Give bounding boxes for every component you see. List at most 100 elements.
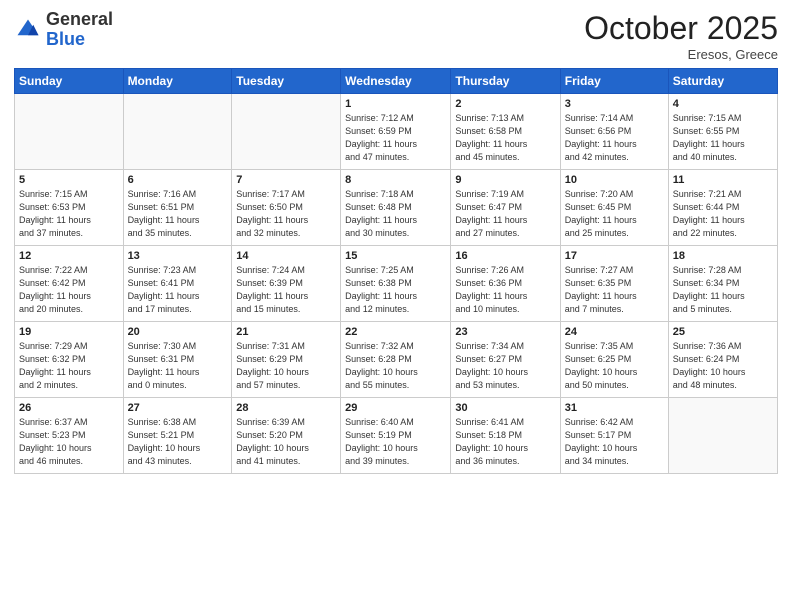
day-number: 2 [455,98,555,110]
day-cell: 11 Sunrise: 7:21 AM Sunset: 6:44 PM Dayli… [668,170,777,246]
day-number: 11 [673,174,773,186]
day-info: Sunrise: 7:22 AM Sunset: 6:42 PM Dayligh… [19,264,119,316]
day-info: Sunrise: 6:37 AM Sunset: 5:23 PM Dayligh… [19,416,119,468]
day-number: 6 [128,174,228,186]
day-cell: 29 Sunrise: 6:40 AM Sunset: 5:19 PM Dayli… [341,398,451,474]
day-cell: 7 Sunrise: 7:17 AM Sunset: 6:50 PM Daylig… [232,170,341,246]
calendar-header-row: SundayMondayTuesdayWednesdayThursdayFrid… [15,69,778,94]
day-number: 23 [455,326,555,338]
day-header-thursday: Thursday [451,69,560,94]
day-header-monday: Monday [123,69,232,94]
week-row-3: 12 Sunrise: 7:22 AM Sunset: 6:42 PM Dayli… [15,246,778,322]
day-header-wednesday: Wednesday [341,69,451,94]
day-cell [232,94,341,170]
day-header-tuesday: Tuesday [232,69,341,94]
day-cell: 17 Sunrise: 7:27 AM Sunset: 6:35 PM Dayli… [560,246,668,322]
day-number: 14 [236,250,336,262]
week-row-5: 26 Sunrise: 6:37 AM Sunset: 5:23 PM Dayli… [15,398,778,474]
day-info: Sunrise: 7:36 AM Sunset: 6:24 PM Dayligh… [673,340,773,392]
day-number: 24 [565,326,664,338]
day-cell: 30Sunrise: 6:41 AM Sunset: 5:18 PM Dayli… [451,398,560,474]
day-number: 3 [565,98,664,110]
day-cell [668,398,777,474]
day-cell: 3Sunrise: 7:14 AM Sunset: 6:56 PM Daylig… [560,94,668,170]
day-number: 20 [128,326,228,338]
day-number: 25 [673,326,773,338]
day-cell: 1 Sunrise: 7:12 AM Sunset: 6:59 PM Daylig… [341,94,451,170]
page: General Blue October 2025 Eresos, Greece… [0,0,792,612]
logo-text: General Blue [46,10,113,50]
day-info: Sunrise: 7:13 AM Sunset: 6:58 PM Dayligh… [455,112,555,164]
day-cell: 20 Sunrise: 7:30 AM Sunset: 6:31 PM Dayli… [123,322,232,398]
day-number: 18 [673,250,773,262]
day-number: 10 [565,174,664,186]
day-info: Sunrise: 7:12 AM Sunset: 6:59 PM Dayligh… [345,112,446,164]
calendar-table: SundayMondayTuesdayWednesdayThursdayFrid… [14,68,778,474]
day-info: Sunrise: 7:28 AM Sunset: 6:34 PM Dayligh… [673,264,773,316]
day-info: Sunrise: 6:40 AM Sunset: 5:19 PM Dayligh… [345,416,446,468]
day-number: 29 [345,402,446,414]
day-number: 1 [345,98,446,110]
day-info: Sunrise: 7:20 AM Sunset: 6:45 PM Dayligh… [565,188,664,240]
week-row-2: 5Sunrise: 7:15 AM Sunset: 6:53 PM Daylig… [15,170,778,246]
day-info: Sunrise: 7:17 AM Sunset: 6:50 PM Dayligh… [236,188,336,240]
day-info: Sunrise: 7:34 AM Sunset: 6:27 PM Dayligh… [455,340,555,392]
day-info: Sunrise: 7:24 AM Sunset: 6:39 PM Dayligh… [236,264,336,316]
day-number: 7 [236,174,336,186]
day-number: 27 [128,402,228,414]
day-cell: 9 Sunrise: 7:19 AM Sunset: 6:47 PM Daylig… [451,170,560,246]
day-info: Sunrise: 6:38 AM Sunset: 5:21 PM Dayligh… [128,416,228,468]
day-cell: 23 Sunrise: 7:34 AM Sunset: 6:27 PM Dayli… [451,322,560,398]
day-info: Sunrise: 7:31 AM Sunset: 6:29 PM Dayligh… [236,340,336,392]
day-number: 21 [236,326,336,338]
day-info: Sunrise: 6:42 AM Sunset: 5:17 PM Dayligh… [565,416,664,468]
day-info: Sunrise: 7:21 AM Sunset: 6:44 PM Dayligh… [673,188,773,240]
day-cell: 25 Sunrise: 7:36 AM Sunset: 6:24 PM Dayli… [668,322,777,398]
day-cell: 10 Sunrise: 7:20 AM Sunset: 6:45 PM Dayli… [560,170,668,246]
logo-icon [14,16,42,44]
day-cell: 31 Sunrise: 6:42 AM Sunset: 5:17 PM Dayli… [560,398,668,474]
day-cell: 28Sunrise: 6:39 AM Sunset: 5:20 PM Dayli… [232,398,341,474]
month-title: October 2025 [584,10,778,47]
location: Eresos, Greece [584,47,778,62]
title-block: October 2025 Eresos, Greece [584,10,778,62]
day-cell: 2 Sunrise: 7:13 AM Sunset: 6:58 PM Daylig… [451,94,560,170]
day-number: 26 [19,402,119,414]
day-number: 12 [19,250,119,262]
day-cell: 19 Sunrise: 7:29 AM Sunset: 6:32 PM Dayli… [15,322,124,398]
day-cell: 15Sunrise: 7:25 AM Sunset: 6:38 PM Dayli… [341,246,451,322]
day-info: Sunrise: 7:19 AM Sunset: 6:47 PM Dayligh… [455,188,555,240]
day-number: 8 [345,174,446,186]
day-number: 13 [128,250,228,262]
logo-general-text: General Blue [46,10,113,50]
day-cell: 6 Sunrise: 7:16 AM Sunset: 6:51 PM Daylig… [123,170,232,246]
day-info: Sunrise: 7:23 AM Sunset: 6:41 PM Dayligh… [128,264,228,316]
day-info: Sunrise: 7:32 AM Sunset: 6:28 PM Dayligh… [345,340,446,392]
day-cell [123,94,232,170]
day-number: 19 [19,326,119,338]
day-cell: 4Sunrise: 7:15 AM Sunset: 6:55 PM Daylig… [668,94,777,170]
day-info: Sunrise: 7:16 AM Sunset: 6:51 PM Dayligh… [128,188,228,240]
day-number: 17 [565,250,664,262]
day-cell: 22 Sunrise: 7:32 AM Sunset: 6:28 PM Dayli… [341,322,451,398]
day-cell: 27 Sunrise: 6:38 AM Sunset: 5:21 PM Dayli… [123,398,232,474]
day-info: Sunrise: 7:30 AM Sunset: 6:31 PM Dayligh… [128,340,228,392]
day-info: Sunrise: 7:27 AM Sunset: 6:35 PM Dayligh… [565,264,664,316]
day-number: 28 [236,402,336,414]
logo: General Blue [14,10,113,50]
day-number: 4 [673,98,773,110]
day-number: 22 [345,326,446,338]
day-cell: 13 Sunrise: 7:23 AM Sunset: 6:41 PM Dayli… [123,246,232,322]
day-info: Sunrise: 7:29 AM Sunset: 6:32 PM Dayligh… [19,340,119,392]
day-cell: 12 Sunrise: 7:22 AM Sunset: 6:42 PM Dayli… [15,246,124,322]
day-number: 5 [19,174,119,186]
day-cell: 8 Sunrise: 7:18 AM Sunset: 6:48 PM Daylig… [341,170,451,246]
day-number: 9 [455,174,555,186]
day-cell: 5Sunrise: 7:15 AM Sunset: 6:53 PM Daylig… [15,170,124,246]
day-number: 30 [455,402,555,414]
day-header-saturday: Saturday [668,69,777,94]
day-number: 31 [565,402,664,414]
day-cell: 21 Sunrise: 7:31 AM Sunset: 6:29 PM Dayli… [232,322,341,398]
day-info: Sunrise: 7:18 AM Sunset: 6:48 PM Dayligh… [345,188,446,240]
header: General Blue October 2025 Eresos, Greece [14,10,778,62]
